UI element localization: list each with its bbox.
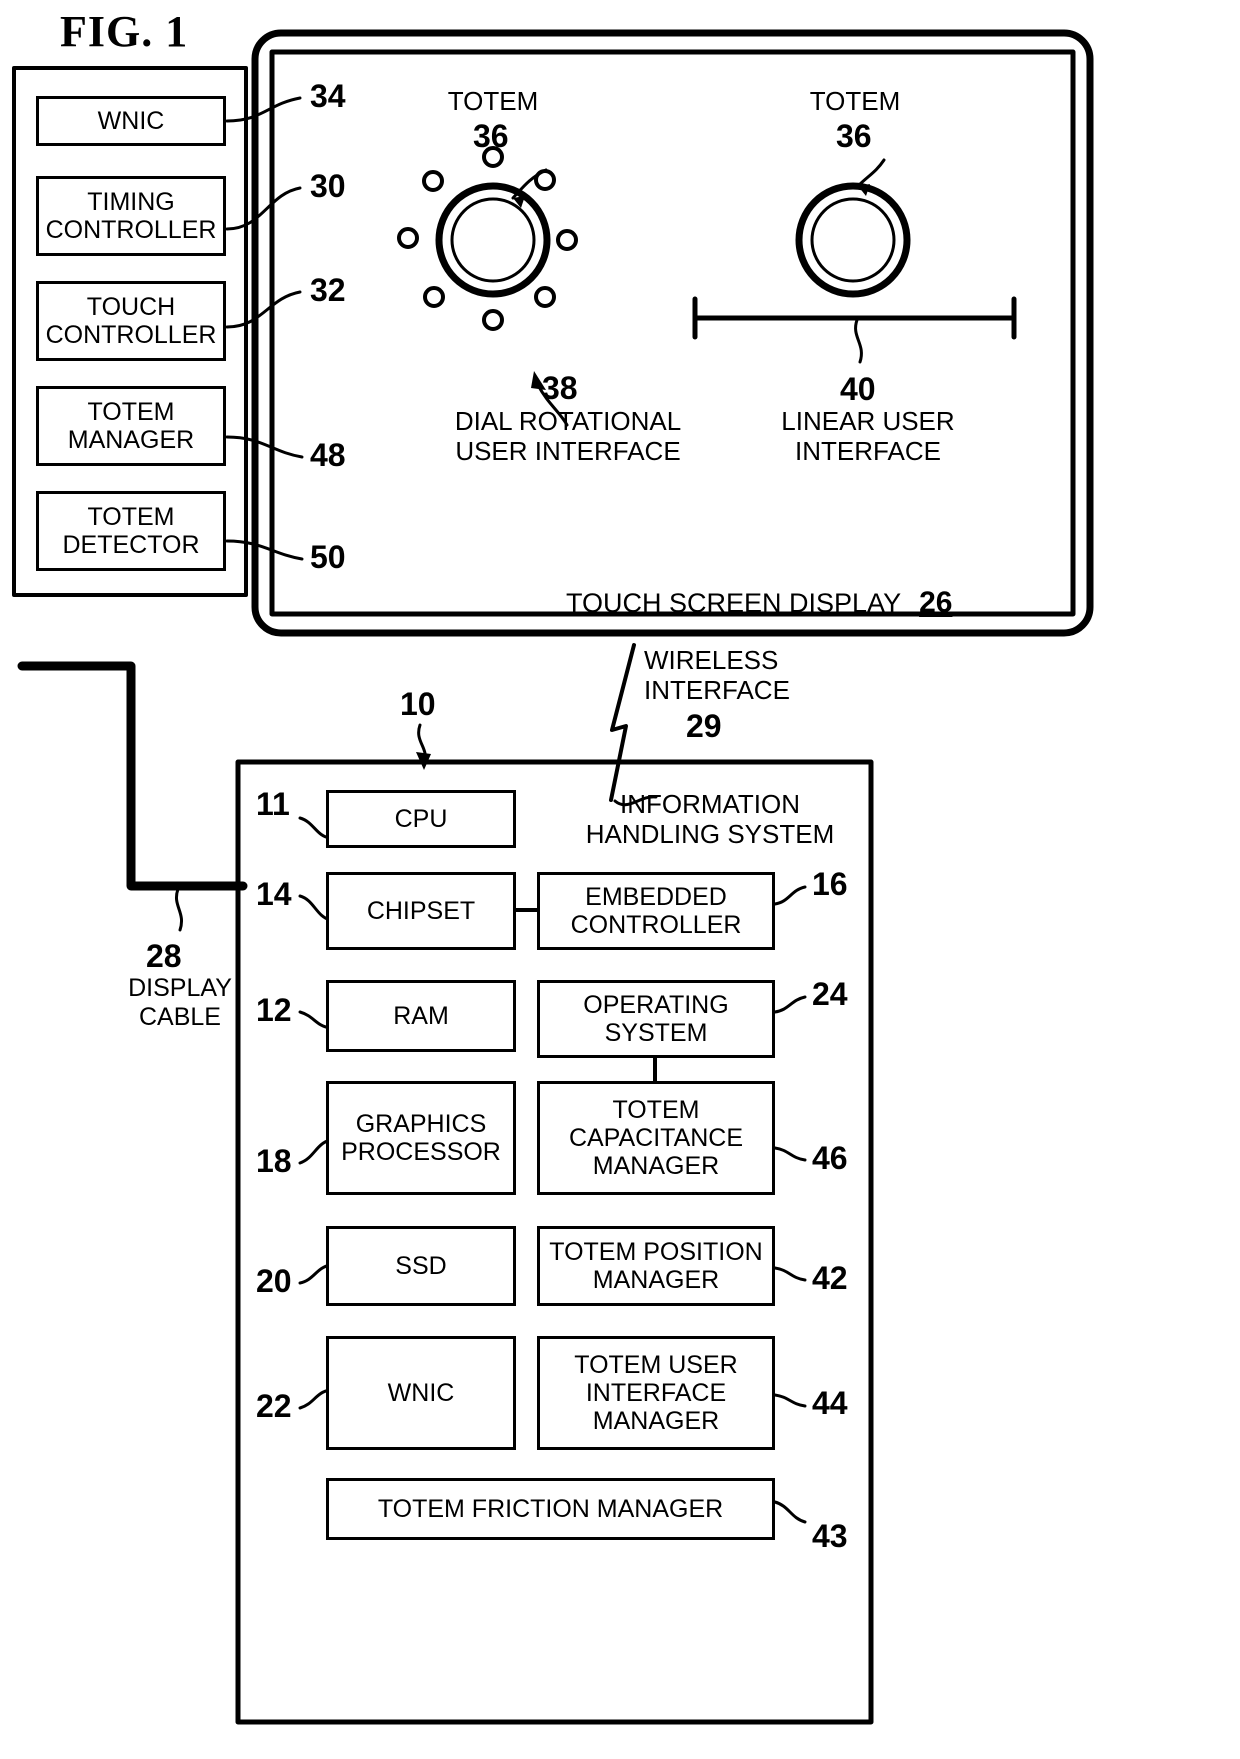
block-ram[interactable]: RAM (326, 980, 516, 1052)
block-label: WNIC (387, 1379, 455, 1407)
block-cpu[interactable]: CPU (326, 790, 516, 848)
ref-20: 20 (256, 1263, 292, 1299)
block-label: TOTEM POSITION MANAGER (549, 1238, 763, 1294)
block-label: TIMING CONTROLLER (45, 188, 217, 244)
block-totem-capacitance-manager[interactable]: TOTEM CAPACITANCE MANAGER (537, 1081, 775, 1195)
ref-44: 44 (812, 1385, 848, 1421)
dial-dot (423, 286, 445, 308)
display-housing (251, 29, 1094, 637)
leader-34 (225, 96, 302, 123)
block-operating-system[interactable]: OPERATING SYSTEM (537, 980, 775, 1058)
leader-50 (225, 539, 304, 561)
block-timing-controller[interactable]: TIMING CONTROLLER (36, 176, 226, 256)
totem-right-name: TOTEM (809, 86, 901, 116)
ref-22: 22 (256, 1388, 292, 1424)
ref-40: 40 (840, 371, 876, 407)
block-totem-detector[interactable]: TOTEM DETECTOR (36, 491, 226, 571)
ref-34: 34 (310, 78, 346, 114)
block-label: TOTEM USER INTERFACE MANAGER (574, 1351, 738, 1435)
ref-11: 11 (256, 786, 290, 822)
ref-14: 14 (256, 876, 292, 912)
ref-46: 46 (812, 1140, 848, 1176)
block-label: TOTEM MANAGER (67, 398, 195, 454)
block-label: OPERATING SYSTEM (583, 991, 729, 1047)
leader-30 (225, 186, 302, 231)
totem-right-outer-ring (795, 182, 911, 298)
linear-ui-label: LINEAR USER INTERFACE (781, 406, 955, 467)
dial-dot (534, 286, 556, 308)
ref-12: 12 (256, 992, 292, 1028)
block-label: SSD (395, 1252, 447, 1280)
leader-36-left (511, 168, 548, 200)
ref-29: 29 (686, 708, 722, 744)
leader-32 (225, 290, 302, 329)
ref-10: 10 (400, 686, 436, 722)
block-totem-user-interface-manager[interactable]: TOTEM USER INTERFACE MANAGER (537, 1336, 775, 1450)
touch-screen-display-caption: TOUCH SCREEN DISPLAY 26 (566, 586, 952, 620)
dial-dot (397, 227, 419, 249)
ref-36-left: 36 (473, 118, 509, 154)
ref-16: 16 (812, 866, 848, 902)
block-ssd[interactable]: SSD (326, 1226, 516, 1306)
leader-36-right (856, 158, 886, 188)
block-label: TOUCH CONTROLLER (45, 293, 217, 349)
leader-42 (773, 1266, 807, 1282)
totem-right-inner-ring (810, 197, 896, 283)
block-wnic-ihs[interactable]: WNIC (326, 1336, 516, 1450)
touch-screen-display-label: TOUCH SCREEN DISPLAY (566, 588, 902, 618)
ref-18: 18 (256, 1143, 292, 1179)
wireless-interface-label: WIRELESS INTERFACE (644, 645, 790, 706)
leader-44 (773, 1393, 807, 1408)
leader-28 (175, 887, 183, 932)
block-label: GRAPHICS PROCESSOR (341, 1110, 501, 1166)
block-totem-position-manager[interactable]: TOTEM POSITION MANAGER (537, 1226, 775, 1306)
ref-43: 43 (812, 1518, 848, 1554)
dial-rotational-ui-label: DIAL ROTATIONAL USER INTERFACE (454, 406, 682, 467)
block-label: TOTEM CAPACITANCE MANAGER (568, 1096, 744, 1180)
totem-left-inner-ring (450, 197, 536, 283)
ref-24: 24 (812, 976, 848, 1012)
ref-28: 28 (146, 938, 182, 974)
ref-26: 26 (919, 586, 953, 619)
block-totem-manager[interactable]: TOTEM MANAGER (36, 386, 226, 466)
ref-48: 48 (310, 437, 346, 473)
display-cable (17, 661, 248, 891)
block-graphics-processor[interactable]: GRAPHICS PROCESSOR (326, 1081, 516, 1195)
ref-42: 42 (812, 1260, 848, 1296)
ihs-title: INFORMATION HANDLING SYSTEM (585, 789, 835, 850)
block-embedded-controller[interactable]: EMBEDDED CONTROLLER (537, 872, 775, 950)
block-totem-friction-manager[interactable]: TOTEM FRICTION MANAGER (326, 1478, 775, 1540)
totem-left-outer-ring (435, 182, 551, 298)
block-label: CPU (394, 805, 448, 833)
touch-screen-area (269, 49, 1076, 617)
block-label: EMBEDDED CONTROLLER (570, 883, 742, 939)
ref-36-right: 36 (836, 118, 872, 154)
wireless-bolt-icon (609, 643, 636, 802)
dial-dot (556, 229, 578, 251)
block-label: WNIC (97, 107, 165, 135)
block-touch-controller[interactable]: TOUCH CONTROLLER (36, 281, 226, 361)
ref-38: 38 (542, 370, 578, 406)
block-label: TOTEM DETECTOR (62, 503, 200, 559)
ref-30: 30 (310, 168, 346, 204)
block-label: CHIPSET (366, 897, 476, 925)
leader-46 (773, 1146, 807, 1162)
leader-24 (773, 995, 807, 1014)
dial-dot (482, 309, 504, 331)
totem-left-name: TOTEM (447, 86, 539, 116)
leader-16 (773, 885, 807, 906)
leader-40 (854, 318, 863, 364)
leader-48 (225, 435, 304, 459)
ref-50: 50 (310, 539, 346, 575)
block-wnic-display[interactable]: WNIC (36, 96, 226, 146)
leader-43 (773, 1500, 807, 1524)
block-label: RAM (393, 1002, 449, 1030)
display-cable-label: DISPLAY CABLE (128, 974, 232, 1031)
patent-figure-1: FIG. 1 WNIC 34 TIMING CONTROLLER 30 TOUC… (0, 0, 1240, 1759)
ref-32: 32 (310, 272, 346, 308)
block-chipset[interactable]: CHIPSET (326, 872, 516, 950)
dial-dot (422, 170, 444, 192)
block-label: TOTEM FRICTION MANAGER (377, 1495, 724, 1523)
